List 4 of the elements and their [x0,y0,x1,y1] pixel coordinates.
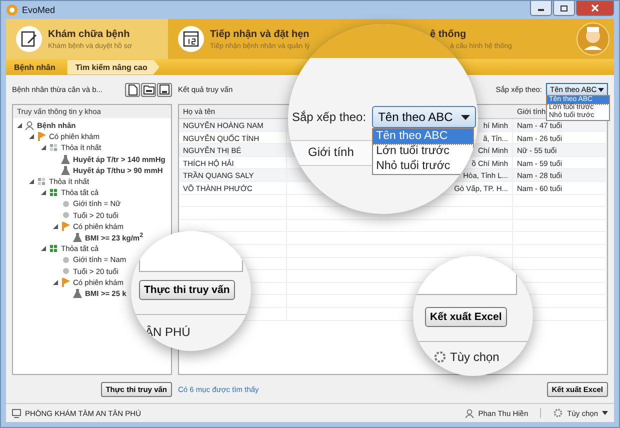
window-title: EvoMed [22,5,56,15]
module-title: Khám chữa bệnh [48,28,131,40]
module-title: Tiếp nhận và đặt hẹn [210,28,310,40]
module-title: ệ thống [430,28,468,40]
